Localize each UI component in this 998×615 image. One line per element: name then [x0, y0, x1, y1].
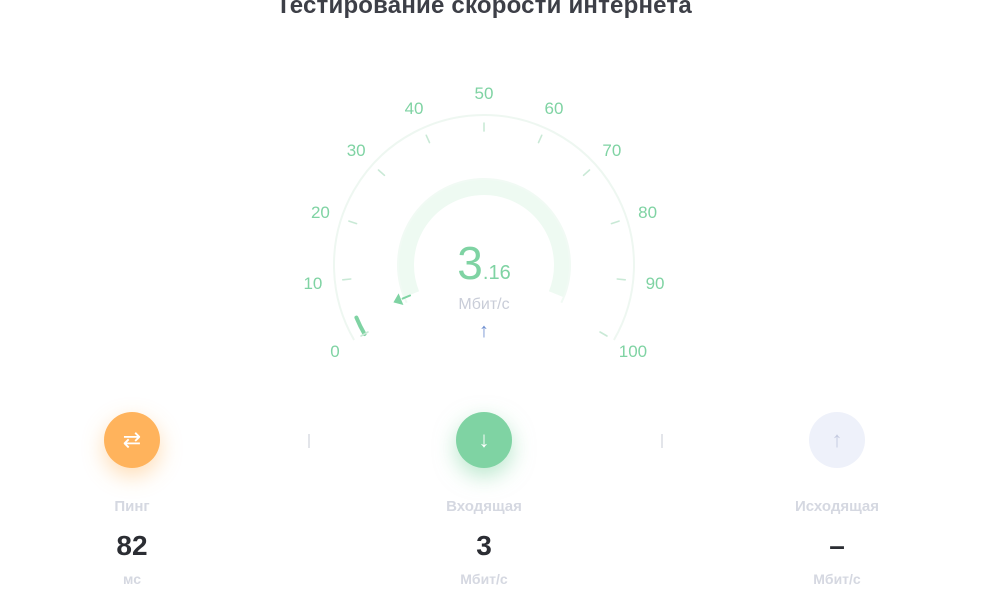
upload-unit: Мбит/с: [813, 571, 861, 587]
download-value: 3: [476, 530, 492, 561]
gauge-scale-label: 20: [311, 203, 330, 222]
divider: [661, 434, 663, 448]
download-label: Входящая: [446, 498, 522, 515]
ping-label: Пинг: [114, 498, 150, 515]
arrow-down-icon[interactable]: ↓: [456, 412, 512, 468]
ping-stat: ⇄ Пинг 82 мс: [42, 412, 222, 587]
ping-icon-glyph: ⇄: [122, 427, 142, 452]
download-unit: Мбит/с: [460, 571, 508, 587]
arrow-up-icon[interactable]: ↑: [809, 412, 865, 468]
gauge-scale-label: 30: [347, 141, 366, 160]
speed-test-page: Тестирование скорости интернета 0 10 20 30 4…: [0, 0, 998, 615]
upload-value: –: [829, 530, 845, 561]
ping-value: 82: [116, 530, 148, 561]
ping-unit: мс: [123, 571, 141, 587]
gauge-scale-label: 40: [405, 99, 424, 118]
gauge-scale-label: 80: [638, 203, 657, 222]
gauge-current-value: 3.16: [384, 236, 584, 290]
swap-arrows-icon[interactable]: ⇄: [104, 412, 160, 468]
speedometer-gauge: 0 10 20 30 40 50 60 70 80 90 100: [303, 84, 665, 361]
arrow-up-icon: ↑: [479, 320, 489, 342]
gauge-tick: [610, 220, 620, 225]
gauge-value-decimal: .16: [482, 262, 511, 284]
gauge-value-integer: 3: [457, 237, 483, 289]
upload-label: Исходящая: [794, 498, 880, 515]
gauge-scale-label: 0: [330, 342, 339, 361]
gauge-tick: [425, 134, 431, 144]
gauge-unit: Мбит/с: [458, 296, 510, 313]
gauge-tick: [599, 331, 608, 337]
gauge-tick: [616, 278, 627, 281]
gauge-scale-label: 60: [544, 99, 563, 118]
download-stat: ↓ Входящая 3 Мбит/с: [394, 412, 574, 587]
gauge-progress-arc: [354, 315, 367, 336]
gauge-tick: [582, 169, 591, 177]
gauge-scale-label: 70: [602, 141, 621, 160]
download-icon-glyph: ↓: [478, 427, 490, 452]
gauge-scale-label: 10: [303, 274, 322, 293]
gauge-tick: [341, 278, 352, 281]
gauge-tick: [537, 134, 543, 144]
gauge-scale-label: 50: [475, 84, 494, 103]
gauge-scale-label: 90: [646, 274, 665, 293]
upload-stat: ↑ Исходящая – Мбит/с: [747, 412, 927, 587]
upload-icon-glyph: ↑: [831, 427, 843, 452]
divider: [308, 434, 310, 448]
gauge-tick: [377, 169, 386, 177]
gauge-scale-label: 100: [619, 342, 647, 361]
gauge-tick: [348, 220, 358, 225]
